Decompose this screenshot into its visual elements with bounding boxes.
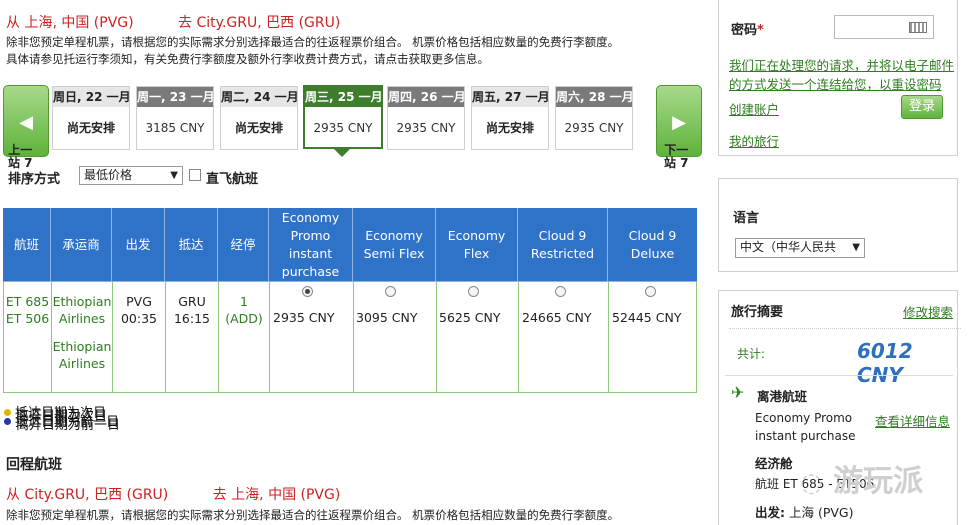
return-note-1: 除非您预定单程机票，请根据您的实际需求分别选择最适合的往返程票价组合。 机票价格… (6, 508, 620, 522)
fare-name-1: Economy Promo (755, 411, 853, 425)
legend-depart-prev-day: 离开日期为前一日 (16, 418, 121, 433)
date-cell[interactable]: 周日, 22 一月 尚无安排 (52, 86, 130, 150)
origin-row: 出发: 上海 (PVG) (755, 505, 854, 520)
blue-dot-icon (4, 418, 11, 425)
depart-flight-label: 离港航班 (757, 389, 808, 404)
col-depart: 出发 (112, 208, 165, 281)
view-details-link[interactable]: 查看详细信息 (875, 411, 950, 430)
prev-week-label: 上一站 7 (8, 143, 33, 170)
col-cloud9-restricted: Cloud 9 Restricted (518, 208, 608, 281)
plane-icon: ✈ (731, 383, 745, 402)
col-economy-semi-flex: Economy Semi Flex (353, 208, 436, 281)
outbound-from: 从 上海, 中国 (PVG) (6, 15, 134, 31)
my-trips-link[interactable]: 我的旅行 (729, 131, 779, 150)
fare-radio-economy-semi-flex[interactable] (385, 286, 396, 297)
summary-total-row: 共计: 6012 CNY (729, 328, 961, 387)
sort-select[interactable]: 最低价格 ▼ (79, 166, 183, 185)
date-cell[interactable]: 周一, 23 一月 3185 CNY (136, 86, 214, 150)
col-arrive: 抵达 (165, 208, 218, 281)
carrier-names: Ethiopian Airlines Ethiopian Airlines (52, 294, 112, 371)
return-from: 从 City.GRU, 巴西 (GRU) (6, 487, 169, 503)
fare-radio-cloud9-deluxe[interactable] (645, 286, 656, 297)
fare-price: 3095 CNY (356, 310, 418, 325)
fare-price: 52445 CNY (612, 310, 682, 325)
date-cell[interactable]: 周四, 26 一月 2935 CNY (387, 86, 465, 150)
total-price: 6012 CNY (857, 339, 913, 387)
nonstop-label: 直飞航班 (206, 172, 259, 187)
return-title: 回程航班 (6, 457, 62, 473)
watermark: ◌ 游玩派 (800, 464, 924, 499)
create-account-link[interactable]: 创建账户 (729, 99, 779, 118)
forgot-password-link-2[interactable]: 的方式发送一个连结给您，以重设密码 (729, 74, 942, 93)
date-cell-selected[interactable]: 周三, 25 一月 2935 CNY (303, 85, 383, 149)
col-flight: 航班 (3, 208, 51, 281)
col-economy-flex: Economy Flex (436, 208, 518, 281)
flight-numbers: ET 685 ET 506 (5, 294, 50, 326)
outbound-route: 从 上海, 中国 (PVG) 去 City.GRU, 巴西 (GRU) (6, 12, 380, 32)
fare-price: 2935 CNY (273, 310, 335, 325)
selected-date-pointer (334, 149, 350, 157)
total-label: 共计: (737, 347, 766, 361)
return-to: 去 上海, 中国 (PVG) (212, 487, 341, 503)
col-economy-promo: Economy Promo instant purchase (269, 208, 353, 281)
fare-price: 24665 CNY (522, 310, 592, 325)
fare-price: 5625 CNY (439, 310, 501, 325)
outbound-note-1: 除非您预定单程机票，请根据您的实际需求分别选择最适合的往返程票价组合。 机票价格… (6, 35, 620, 49)
arrive-info: GRU 16:15 (173, 294, 211, 326)
fare-name-2: instant purchase (755, 429, 856, 443)
password-input[interactable] (834, 15, 934, 39)
outbound-note-2: 具体请参见托运行李须知，有关免费行李额度及额外行李收费计费方式，请点击获取更多信… (6, 52, 489, 66)
date-cell[interactable]: 周五, 27 一月 尚无安排 (471, 86, 549, 150)
fare-radio-economy-flex[interactable] (468, 286, 479, 297)
cabin-class: 经济舱 (755, 456, 793, 471)
col-carrier: 承运商 (51, 208, 112, 281)
nonstop-checkbox[interactable] (189, 169, 201, 181)
fare-radio-economy-promo[interactable] (302, 286, 313, 297)
return-route: 从 City.GRU, 巴西 (GRU) 去 上海, 中国 (PVG) (6, 484, 380, 504)
col-cloud9-deluxe: Cloud 9 Deluxe (628, 227, 677, 261)
stops-info[interactable]: 1 (ADD) (219, 293, 269, 327)
outbound-to: 去 City.GRU, 巴西 (GRU) (178, 15, 341, 31)
wechat-logo-icon: ◌ (800, 468, 823, 498)
edit-search-link[interactable]: 修改搜索 (903, 302, 953, 321)
chevron-down-icon: ▼ (170, 170, 178, 181)
forgot-password-link-1[interactable]: 我们正在处理您的请求，并将以电子邮件 (729, 55, 954, 74)
fare-table-header: 航班 承运商 出发 抵达 经停 Economy Promo instant purch… (3, 208, 697, 281)
date-cell[interactable]: 周六, 28 一月 2935 CNY (555, 86, 633, 150)
summary-title: 旅行摘要 (731, 305, 784, 320)
language-select[interactable]: 中文（中华人民共 ▼ (735, 238, 865, 258)
keyboard-icon[interactable] (909, 22, 927, 33)
login-panel: 密码* 我们正在处理您的请求，并将以电子邮件 的方式发送一个连结给您，以重设密码… (718, 0, 958, 156)
language-label: 语言 (733, 211, 760, 226)
col-stops: 经停 (218, 208, 269, 281)
language-panel: 语言 中文（中华人民共 ▼ (718, 178, 958, 272)
chevron-down-icon: ▼ (852, 242, 860, 253)
left-arrow-icon: ◀ (19, 112, 33, 133)
next-week-label: 下一站 7 (664, 143, 689, 170)
table-row: ET 685 ET 506 Ethiopian Airlines Ethiopian… (3, 281, 697, 393)
sort-label: 排序方式 (8, 172, 61, 187)
date-cell[interactable]: 周二, 24 一月 尚无安排 (220, 86, 298, 150)
right-arrow-icon: ▶ (672, 112, 686, 133)
depart-info: PVG 00:35 (120, 294, 158, 326)
fare-radio-cloud9-restricted[interactable] (555, 286, 566, 297)
password-label: 密码* (731, 23, 764, 38)
login-button[interactable]: 登录 (901, 95, 943, 119)
